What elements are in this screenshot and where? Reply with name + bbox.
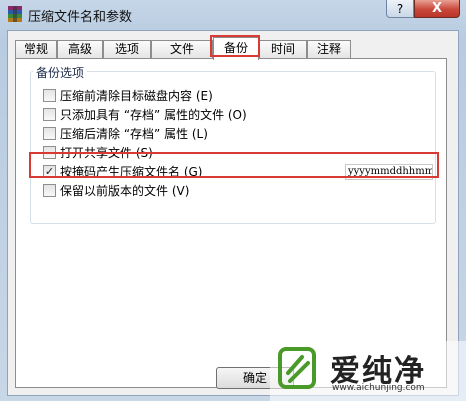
dialog-window: 压缩文件名和参数 ? X 常规 高级 选项 文件 备份 时间 注释 压缩前清除目… [0,0,466,401]
option-label: 保留以前版本的文件 (V) [60,184,190,198]
tab-comment[interactable]: 注释 [307,40,351,59]
backup-options-group-label: 备份选项 [33,64,88,81]
tab-files[interactable]: 文件 [151,40,213,59]
tab-advanced[interactable]: 高级 [57,40,103,59]
tab-options[interactable]: 选项 [103,40,151,59]
checkbox-clear-target-disk[interactable] [43,89,56,102]
option-label: 压缩后清除 “存档” 属性 (L) [60,127,208,141]
watermark: 爱纯净 www.aichunjing.com [270,341,466,401]
backup-tab-highlight [210,35,260,57]
title-bar[interactable]: 压缩文件名和参数 ? X [0,0,466,30]
backup-tab-panel: 压缩前清除目标磁盘内容 (E) 只添加具有 “存档” 属性的文件 (O) 压缩后… [15,58,447,388]
checkbox-archive-attr-only[interactable] [43,108,56,121]
name-by-mask-highlight [29,152,439,178]
checkbox-keep-previous-versions[interactable] [43,184,56,197]
watermark-url: www.aichunjing.com [332,383,425,393]
option-label: 只添加具有 “存档” 属性的文件 (O) [60,108,247,122]
help-button[interactable]: ? [386,0,414,18]
option-label: 压缩前清除目标磁盘内容 (E) [60,89,213,103]
backup-options-group: 压缩前清除目标磁盘内容 (E) 只添加具有 “存档” 属性的文件 (O) 压缩后… [30,71,436,224]
checkbox-clear-archive-attr[interactable] [43,127,56,140]
tab-time[interactable]: 时间 [259,40,307,59]
watermark-logo-icon [278,347,316,389]
winrar-icon [8,6,22,22]
window-title: 压缩文件名和参数 [28,10,133,25]
close-button[interactable]: X [414,0,460,18]
tab-general[interactable]: 常规 [15,40,57,59]
